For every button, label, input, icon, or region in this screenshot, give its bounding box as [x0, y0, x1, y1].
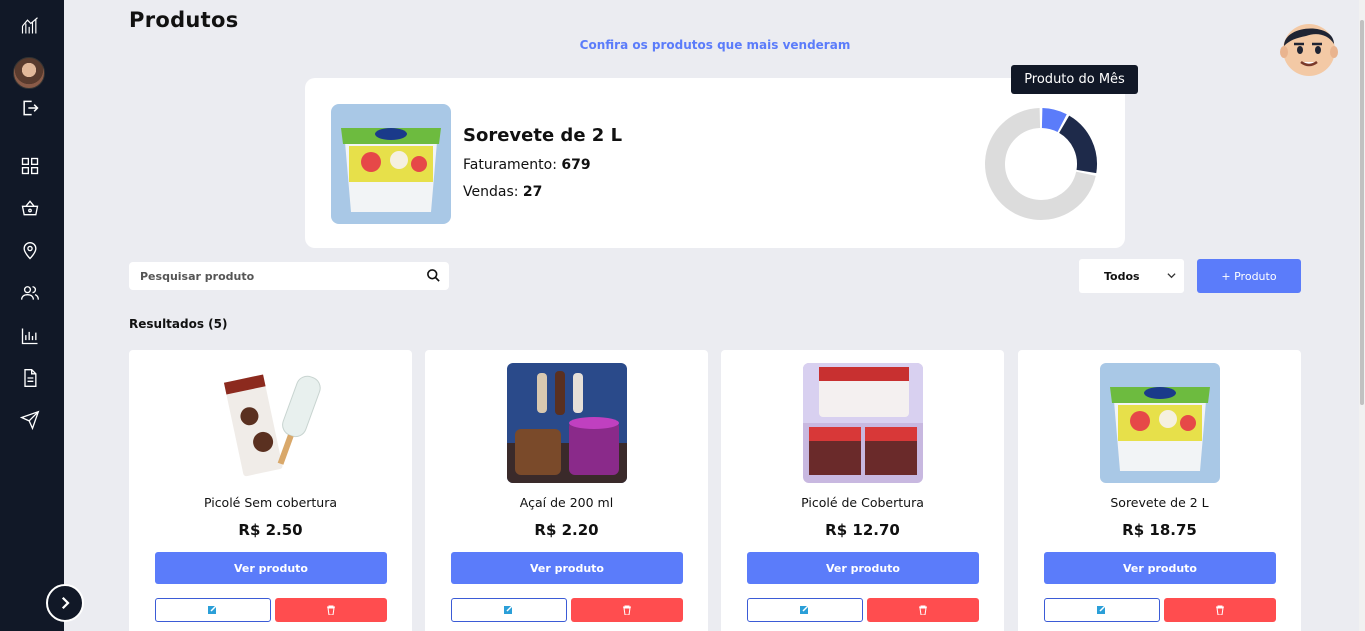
- user-avatar[interactable]: [1276, 14, 1342, 80]
- product-price: R$ 18.75: [1122, 521, 1197, 539]
- sales-donut-chart[interactable]: [981, 104, 1101, 224]
- product-price: R$ 2.50: [238, 521, 303, 539]
- page-scrollbar[interactable]: [1359, 0, 1365, 631]
- search-input[interactable]: [129, 262, 409, 290]
- donut-tooltip: Produto do Mês: [1011, 65, 1138, 94]
- search-icon[interactable]: [426, 268, 441, 283]
- vendas-line: Vendas: 27: [463, 184, 542, 200]
- vendas-value: 27: [522, 184, 543, 200]
- product-card: Sorevete de 2 L R$ 18.75 Ver produto: [1018, 350, 1301, 631]
- search-box: [129, 262, 449, 290]
- edit-icon: [504, 605, 514, 614]
- results-count: Resultados (5): [129, 317, 228, 331]
- edit-product-button[interactable]: [155, 598, 271, 622]
- product-image: [507, 363, 627, 483]
- product-name: Picolé Sem cobertura: [203, 495, 338, 510]
- sidebar: [0, 0, 64, 631]
- basket-icon[interactable]: [16, 194, 44, 222]
- filter-select[interactable]: Todos: [1079, 259, 1184, 293]
- trash-icon: [327, 605, 335, 615]
- product-image: [1100, 363, 1220, 483]
- product-name: Picolé de Cobertura: [801, 495, 924, 510]
- donut-slice-1[interactable]: [1041, 108, 1067, 133]
- product-card: Picolé de Cobertura R$ 12.70 Ver produto: [721, 350, 1004, 631]
- view-product-button[interactable]: Ver produto: [451, 552, 683, 584]
- chart-icon[interactable]: [16, 322, 44, 350]
- product-card: Açaí de 200 ml R$ 2.20 Ver produto: [425, 350, 708, 631]
- faturamento-label: Faturamento:: [463, 157, 557, 173]
- users-icon[interactable]: [16, 279, 44, 307]
- product-grid: Picolé Sem cobertura R$ 2.50 Ver produto…: [129, 350, 1301, 631]
- chevron-right-icon: [61, 596, 70, 610]
- logo-icon[interactable]: [16, 12, 44, 40]
- edit-icon: [800, 605, 810, 614]
- chevron-down-icon: [1167, 273, 1176, 279]
- logout-icon[interactable]: [16, 94, 44, 122]
- donut-slice-2[interactable]: [1058, 115, 1097, 174]
- edit-icon: [208, 605, 218, 614]
- trash-icon: [623, 605, 631, 615]
- document-icon[interactable]: [16, 364, 44, 392]
- product-of-month-name: Sorevete de 2 L: [463, 125, 623, 146]
- delete-product-button[interactable]: [571, 598, 683, 622]
- edit-product-button[interactable]: [1044, 598, 1160, 622]
- delete-product-button[interactable]: [867, 598, 979, 622]
- product-image: [211, 363, 331, 483]
- product-image: [803, 363, 923, 483]
- view-product-button[interactable]: Ver produto: [155, 552, 387, 584]
- product-of-month-image: [331, 104, 451, 224]
- add-product-button[interactable]: + Produto: [1197, 259, 1301, 293]
- edit-icon: [1097, 605, 1107, 614]
- location-icon[interactable]: [16, 237, 44, 265]
- view-product-button[interactable]: Ver produto: [747, 552, 979, 584]
- product-of-month-card: Sorevete de 2 L Faturamento: 679 Vendas:…: [305, 78, 1125, 248]
- page-title: Produtos: [129, 8, 239, 32]
- trash-icon: [1216, 605, 1224, 615]
- delete-product-button[interactable]: [275, 598, 387, 622]
- send-icon[interactable]: [16, 406, 44, 434]
- edit-product-button[interactable]: [451, 598, 567, 622]
- faturamento-value: 679: [561, 157, 591, 173]
- sidebar-avatar[interactable]: [13, 57, 45, 89]
- view-product-button[interactable]: Ver produto: [1044, 552, 1276, 584]
- product-name: Açaí de 200 ml: [519, 495, 614, 510]
- edit-product-button[interactable]: [747, 598, 863, 622]
- vendas-label: Vendas:: [463, 184, 519, 200]
- product-price: R$ 12.70: [825, 521, 900, 539]
- product-price: R$ 2.20: [534, 521, 599, 539]
- delete-product-button[interactable]: [1164, 598, 1276, 622]
- page-subtitle: Confira os produtos que mais venderam: [579, 38, 851, 52]
- dashboard-icon[interactable]: [16, 152, 44, 180]
- faturamento-line: Faturamento: 679: [463, 157, 591, 173]
- filter-select-value: Todos: [1104, 269, 1140, 283]
- scrollbar-thumb[interactable]: [1360, 20, 1364, 405]
- trash-icon: [919, 605, 927, 615]
- expand-sidebar-button[interactable]: [46, 584, 84, 622]
- product-card: Picolé Sem cobertura R$ 2.50 Ver produto: [129, 350, 412, 631]
- product-name: Sorevete de 2 L: [1110, 495, 1209, 510]
